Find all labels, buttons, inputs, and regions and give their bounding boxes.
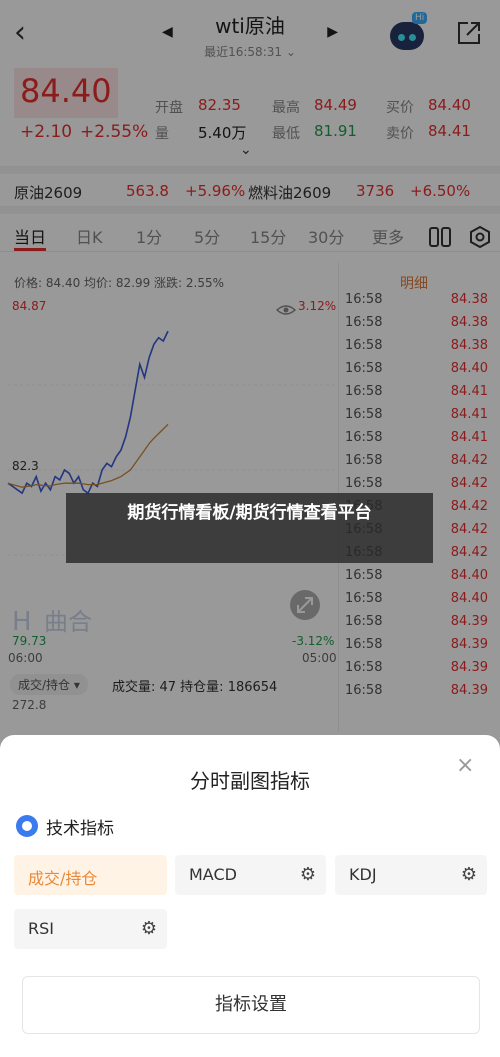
chip-label: MACD bbox=[189, 865, 237, 884]
chip-rsi[interactable]: RSI ⚙ bbox=[14, 909, 167, 949]
article-banner: 期货行情看板/期货行情查看平台 bbox=[66, 493, 433, 563]
chip-label: 成交/持仓 bbox=[28, 869, 98, 888]
chip-volume-position[interactable]: 成交/持仓 bbox=[14, 855, 167, 895]
indicator-sheet: 分时副图指标 × 技术指标 成交/持仓 MACD ⚙ KDJ ⚙ RSI ⚙ 指… bbox=[0, 735, 500, 1057]
chip-label: RSI bbox=[28, 919, 54, 938]
sheet-title: 分时副图指标 bbox=[190, 769, 310, 793]
futures-app: ‹ ◀ wti原油 ▶ 最近16:58:31 ⌄ Hi 84.40 +2.10 … bbox=[0, 0, 500, 1057]
close-icon[interactable]: × bbox=[456, 753, 474, 778]
indicator-section-icon bbox=[16, 815, 38, 837]
gear-icon[interactable]: ⚙ bbox=[461, 864, 477, 885]
gear-icon[interactable]: ⚙ bbox=[141, 918, 157, 939]
indicator-settings-button[interactable]: 指标设置 bbox=[22, 976, 480, 1034]
chip-macd[interactable]: MACD ⚙ bbox=[175, 855, 326, 895]
chip-label: KDJ bbox=[349, 865, 377, 884]
section-title: 技术指标 bbox=[46, 819, 114, 839]
gear-icon[interactable]: ⚙ bbox=[300, 864, 316, 885]
chip-kdj[interactable]: KDJ ⚙ bbox=[335, 855, 487, 895]
